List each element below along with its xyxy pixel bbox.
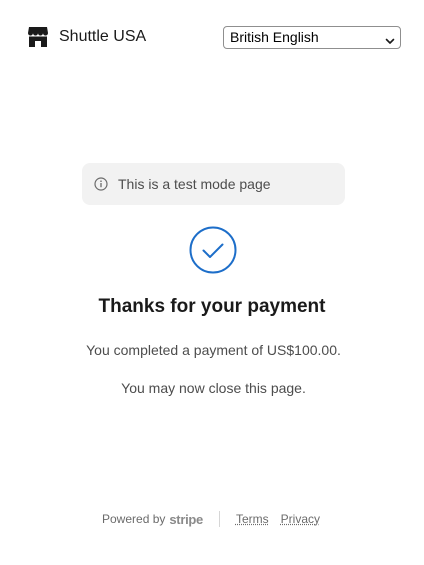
test-mode-banner: This is a test mode page [82, 163, 345, 205]
language-select-value: British English [230, 29, 319, 45]
language-select[interactable]: British English [223, 25, 401, 49]
success-title: Thanks for your payment [98, 296, 326, 317]
store-icon [26, 25, 50, 49]
check-circle-icon [189, 226, 237, 274]
payment-message: You completed a payment of US$100.00. [86, 342, 341, 358]
chevron-down-icon [385, 33, 395, 44]
checkout-success-page: Shuttle USA British English This is a te… [0, 0, 424, 565]
powered-by-label: Powered by [102, 512, 166, 526]
powered-by[interactable]: Powered by stripe [102, 512, 203, 527]
privacy-link[interactable]: Privacy [281, 512, 320, 526]
header: Shuttle USA British English [26, 22, 401, 52]
test-mode-text: This is a test mode page [118, 176, 271, 192]
close-note: You may now close this page. [121, 380, 306, 396]
brand: Shuttle USA [26, 25, 146, 49]
terms-link[interactable]: Terms [236, 512, 269, 526]
info-icon [94, 177, 108, 191]
footer-divider [218, 511, 220, 527]
footer: Powered by stripe Terms Privacy [102, 510, 332, 528]
stripe-logo: stripe [169, 511, 203, 527]
brand-name: Shuttle USA [59, 28, 147, 45]
